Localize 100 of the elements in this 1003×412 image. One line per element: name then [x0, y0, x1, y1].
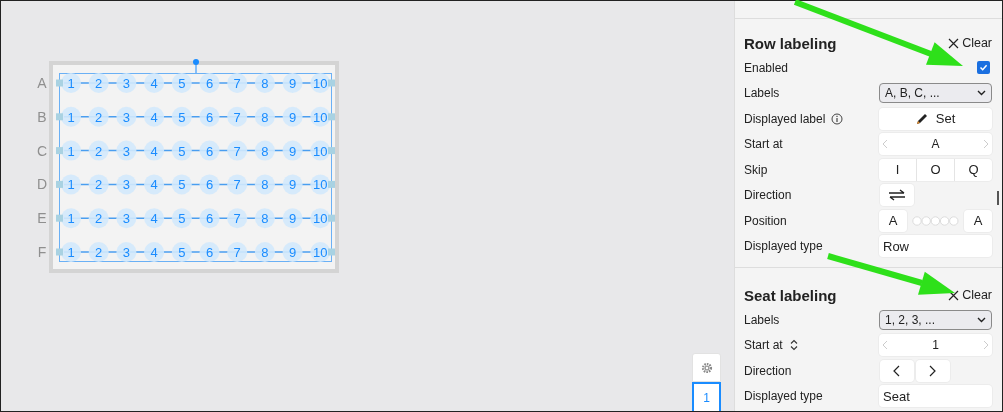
- seat[interactable]: 2: [88, 174, 109, 195]
- seat[interactable]: 10: [310, 106, 331, 127]
- seat[interactable]: 6: [199, 106, 220, 127]
- input-field[interactable]: Seat: [879, 385, 992, 408]
- seat[interactable]: 5: [171, 140, 192, 161]
- seat[interactable]: 8: [254, 174, 275, 195]
- seat[interactable]: 10: [310, 174, 331, 195]
- skip-option[interactable]: I: [879, 158, 916, 181]
- seat[interactable]: 1: [61, 140, 81, 161]
- seat[interactable]: 3: [116, 73, 137, 93]
- info-icon: [831, 112, 844, 125]
- seat[interactable]: 5: [171, 106, 192, 127]
- row-end-handle[interactable]: [56, 180, 63, 188]
- row-end-handle[interactable]: [56, 79, 63, 87]
- row-end-handle[interactable]: [56, 113, 63, 121]
- input-field[interactable]: Row: [879, 235, 992, 258]
- row-end-handle[interactable]: [328, 248, 335, 256]
- swap-button[interactable]: [879, 184, 914, 207]
- seat[interactable]: 3: [116, 242, 137, 262]
- row-end-handle[interactable]: [56, 214, 63, 222]
- seat[interactable]: 8: [254, 106, 275, 127]
- row-end-handle[interactable]: [328, 79, 335, 87]
- seat[interactable]: 8: [254, 73, 275, 93]
- seat[interactable]: 7: [227, 140, 248, 161]
- seat[interactable]: 9: [282, 73, 303, 93]
- seat[interactable]: 1: [61, 242, 81, 262]
- seat[interactable]: 4: [144, 73, 165, 93]
- seat[interactable]: 4: [144, 140, 165, 161]
- seat[interactable]: 8: [254, 140, 275, 161]
- seat[interactable]: 5: [171, 208, 192, 229]
- seat[interactable]: 10: [310, 208, 331, 229]
- rotate-handle[interactable]: [193, 59, 199, 74]
- seat[interactable]: 3: [116, 140, 137, 161]
- clear-button[interactable]: Clear: [948, 36, 992, 50]
- seat[interactable]: 2: [88, 106, 109, 127]
- seat[interactable]: 7: [227, 174, 248, 195]
- start-stepper[interactable]: A: [879, 133, 992, 156]
- page-button[interactable]: 1: [692, 382, 721, 411]
- skip-option[interactable]: Q: [954, 158, 992, 181]
- seat[interactable]: 6: [199, 208, 220, 229]
- seat[interactable]: 4: [144, 174, 165, 195]
- seat[interactable]: 1: [61, 106, 81, 127]
- seat[interactable]: 4: [144, 242, 165, 262]
- row-end-handle[interactable]: [328, 180, 335, 188]
- seat[interactable]: 1: [61, 174, 81, 195]
- seat[interactable]: 4: [144, 106, 165, 127]
- seat[interactable]: 7: [227, 208, 248, 229]
- seat[interactable]: 6: [199, 140, 220, 161]
- row-end-handle[interactable]: [328, 113, 335, 121]
- seat[interactable]: 2: [88, 140, 109, 161]
- row-label: E: [37, 210, 47, 227]
- chevron-left-icon: [882, 340, 888, 351]
- seat[interactable]: 2: [88, 242, 109, 262]
- row-end-handle[interactable]: [328, 147, 335, 155]
- right-button[interactable]: [915, 359, 950, 382]
- labels-dropdown[interactable]: A, B, C, ...: [879, 83, 992, 104]
- seat[interactable]: 2: [88, 73, 109, 93]
- seat[interactable]: 7: [227, 106, 248, 127]
- left-button[interactable]: [879, 359, 914, 382]
- seat[interactable]: 10: [310, 242, 331, 262]
- seat[interactable]: 6: [199, 242, 220, 262]
- seat[interactable]: 5: [171, 174, 192, 195]
- seat[interactable]: 8: [254, 242, 275, 262]
- seat[interactable]: 1: [61, 208, 81, 229]
- seat[interactable]: 4: [144, 208, 165, 229]
- settings-button[interactable]: [692, 353, 721, 382]
- set-button[interactable]: Set: [879, 107, 992, 130]
- settings-icon: [700, 361, 713, 374]
- seat[interactable]: 10: [310, 73, 331, 93]
- seat[interactable]: 5: [171, 242, 192, 262]
- seat[interactable]: 7: [227, 73, 248, 93]
- seat[interactable]: 2: [88, 208, 109, 229]
- seat[interactable]: 9: [282, 174, 303, 195]
- row-end-handle[interactable]: [56, 147, 63, 155]
- seat[interactable]: 9: [282, 242, 303, 262]
- seat[interactable]: 8: [254, 208, 275, 229]
- seat[interactable]: 10: [310, 140, 331, 161]
- start-stepper[interactable]: 1: [879, 334, 992, 357]
- seat[interactable]: 6: [199, 174, 220, 195]
- seat[interactable]: 9: [282, 140, 303, 161]
- position-dots[interactable]: [912, 215, 959, 226]
- seat[interactable]: 1: [61, 73, 81, 93]
- clear-button[interactable]: Clear: [948, 288, 992, 302]
- skip-option[interactable]: O: [916, 158, 954, 181]
- position-end-button[interactable]: A: [964, 209, 992, 232]
- seat[interactable]: 6: [199, 73, 220, 93]
- labels-dropdown[interactable]: 1, 2, 3, ...: [879, 309, 992, 330]
- position-start-button[interactable]: A: [879, 209, 907, 232]
- seat[interactable]: 3: [116, 174, 137, 195]
- field-label: Start at: [744, 338, 783, 353]
- row-end-handle[interactable]: [56, 248, 63, 256]
- seat[interactable]: 5: [171, 73, 192, 93]
- seat[interactable]: 3: [116, 106, 137, 127]
- seat[interactable]: 9: [282, 106, 303, 127]
- seat[interactable]: 9: [282, 208, 303, 229]
- row-end-handle[interactable]: [328, 214, 335, 222]
- checkbox[interactable]: [977, 61, 990, 75]
- seat[interactable]: 3: [116, 208, 137, 229]
- scrollbar-thumb[interactable]: [997, 191, 999, 205]
- seat[interactable]: 7: [227, 242, 248, 262]
